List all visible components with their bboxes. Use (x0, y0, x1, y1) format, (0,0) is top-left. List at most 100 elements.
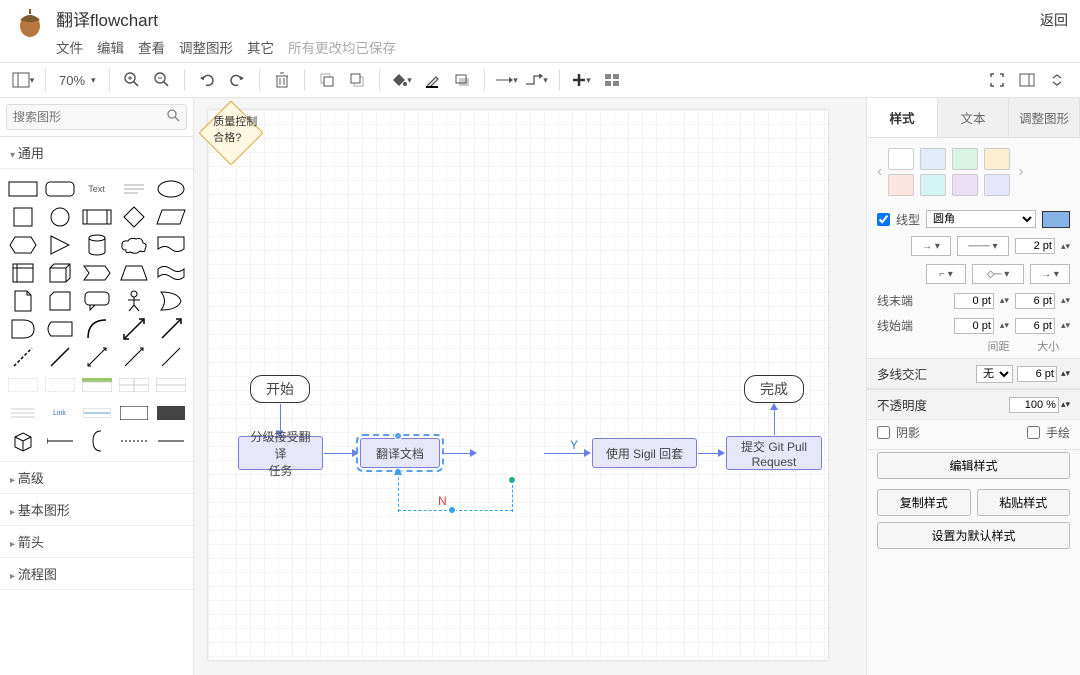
shape-cylinder[interactable] (80, 233, 113, 257)
shape-trapezoid[interactable] (117, 261, 150, 285)
zoom-in-button[interactable] (119, 67, 145, 93)
shape-diamond[interactable] (117, 205, 150, 229)
shape-datastore[interactable] (43, 317, 76, 341)
node-task[interactable]: 分级接受翻译 任务 (238, 436, 323, 470)
collapse-button[interactable] (1044, 67, 1070, 93)
swatch-orange[interactable] (888, 174, 914, 196)
shape-roundrect[interactable] (43, 177, 76, 201)
tab-text[interactable]: 文本 (938, 98, 1009, 137)
format-panel-button[interactable] (1014, 67, 1040, 93)
shape-line[interactable] (43, 345, 76, 369)
shape-hdiv[interactable] (43, 429, 76, 453)
paste-style-button[interactable]: 粘贴样式 (977, 489, 1071, 516)
shape-arrow[interactable] (154, 317, 187, 341)
menu-file[interactable]: 文件 (56, 37, 83, 57)
shape-arrow-thin[interactable] (117, 345, 150, 369)
shape-category-basic[interactable]: 基本图形 (0, 494, 193, 526)
shape-hexagon[interactable] (6, 233, 39, 257)
start-size-input[interactable] (1015, 318, 1055, 334)
delete-button[interactable] (269, 67, 295, 93)
line-color-swatch[interactable] (1042, 211, 1070, 228)
swatch-green[interactable] (952, 148, 978, 170)
multiline-pt-input[interactable] (1017, 366, 1057, 382)
shape-rect[interactable] (6, 177, 39, 201)
palette-next-icon[interactable]: › (1016, 163, 1025, 181)
shape-bracket[interactable] (80, 429, 113, 453)
shape-card[interactable] (43, 289, 76, 313)
shape-list1[interactable] (6, 401, 39, 425)
line-style-select[interactable]: ─── ▾ (957, 236, 1009, 256)
return-link[interactable]: 返回 (1040, 4, 1068, 62)
shape-line-thin[interactable] (154, 345, 187, 369)
swatch-yellow[interactable] (984, 148, 1010, 170)
shape-tpl5[interactable] (154, 373, 187, 397)
hand-drawn-checkbox[interactable] (1027, 426, 1040, 439)
zoom-selector[interactable]: 70%▾ (55, 73, 100, 88)
shape-category-flowchart[interactable]: 流程图 (0, 558, 193, 590)
marker-end-select[interactable]: → ▾ (1030, 264, 1070, 284)
shape-dashed-line[interactable] (6, 345, 39, 369)
shape-curve[interactable] (80, 317, 113, 341)
tab-arrange[interactable]: 调整图形 (1009, 98, 1080, 137)
shape-frame[interactable] (117, 401, 150, 425)
shape-or[interactable] (154, 289, 187, 313)
shape-list2[interactable] (80, 401, 113, 425)
shape-cube[interactable] (43, 261, 76, 285)
shape-biarrow-thin[interactable] (80, 345, 113, 369)
shape-callout[interactable] (80, 289, 113, 313)
node-decision[interactable]: 质量控制 合格? (198, 100, 263, 165)
shape-triangle[interactable] (43, 233, 76, 257)
node-sigil[interactable]: 使用 Sigil 回套 (592, 438, 697, 468)
shape-note[interactable] (6, 289, 39, 313)
shape-dotline[interactable] (117, 429, 150, 453)
shape-parallelogram[interactable] (154, 205, 187, 229)
palette-prev-icon[interactable]: ‹ (875, 163, 884, 181)
menu-extras[interactable]: 其它 (247, 37, 274, 57)
shape-cube3d[interactable] (6, 429, 39, 453)
shape-category-advanced[interactable]: 高级 (0, 462, 193, 494)
shape-circle[interactable] (43, 205, 76, 229)
node-translate[interactable]: 翻译文档 (360, 438, 440, 468)
waypoint-button[interactable]: ▾ (524, 67, 550, 93)
drawing-page[interactable]: 开始 完成 分级接受翻译 任务 翻译文档 质量控制 合格? Y (208, 110, 828, 660)
copy-style-button[interactable]: 复制样式 (877, 489, 971, 516)
swatch-blue[interactable] (920, 148, 946, 170)
shadow-button[interactable] (449, 67, 475, 93)
shape-and[interactable] (6, 317, 39, 341)
multiline-select[interactable]: 无 (976, 365, 1013, 383)
node-start[interactable]: 开始 (250, 375, 310, 403)
menu-arrange[interactable]: 调整图形 (179, 37, 233, 57)
shape-document[interactable] (154, 233, 187, 257)
shape-tape[interactable] (154, 261, 187, 285)
arrow-start-select[interactable]: → ▾ (911, 236, 951, 256)
marker-start-select[interactable]: ◇─ ▾ (972, 264, 1024, 284)
edit-style-button[interactable]: 编辑样式 (877, 452, 1070, 479)
shape-square[interactable] (6, 205, 39, 229)
shape-biarrow[interactable] (117, 317, 150, 341)
end-size-input[interactable] (1015, 293, 1055, 309)
search-shapes-input[interactable] (6, 104, 187, 130)
shape-link[interactable]: Link (43, 401, 76, 425)
insert-button[interactable]: ▾ (569, 67, 595, 93)
swatch-lavender[interactable] (984, 174, 1010, 196)
to-back-button[interactable] (344, 67, 370, 93)
stepper-icon[interactable]: ▴▾ (1061, 241, 1070, 252)
shape-tpl1[interactable] (6, 373, 39, 397)
zoom-out-button[interactable] (149, 67, 175, 93)
redo-button[interactable] (224, 67, 250, 93)
shape-textbox[interactable] (117, 177, 150, 201)
line-color-button[interactable] (419, 67, 445, 93)
swatch-purple[interactable] (952, 174, 978, 196)
swatch-white[interactable] (888, 148, 914, 170)
shape-tpl3[interactable] (80, 373, 113, 397)
menu-view[interactable]: 查看 (138, 37, 165, 57)
shape-tpl2[interactable] (43, 373, 76, 397)
node-finish[interactable]: 完成 (744, 375, 804, 403)
document-title[interactable]: 翻译flowchart (56, 4, 396, 33)
end-gap-input[interactable] (954, 293, 994, 309)
opacity-input[interactable] (1009, 397, 1059, 413)
line-type-select[interactable]: 圆角 (926, 210, 1036, 228)
table-button[interactable] (599, 67, 625, 93)
shape-frame2[interactable] (154, 401, 187, 425)
line-type-checkbox[interactable] (877, 213, 890, 226)
